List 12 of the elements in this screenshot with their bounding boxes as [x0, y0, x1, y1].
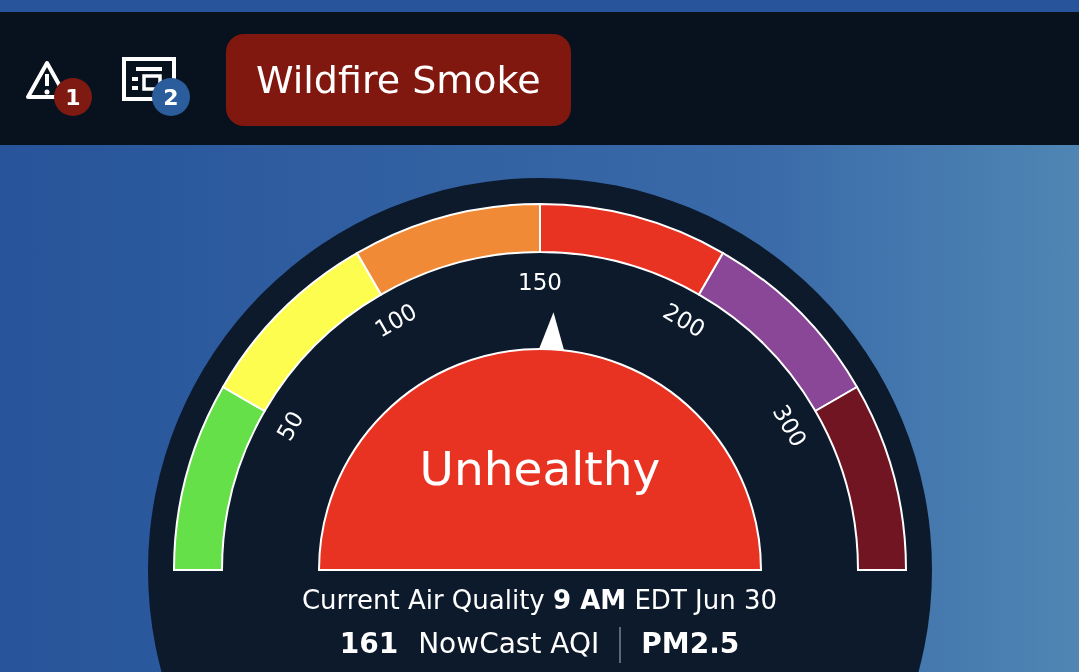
category-label: Unhealthy: [419, 441, 661, 496]
gauge-tick-label: 200: [658, 297, 710, 343]
gauge-tick-label: 100: [370, 297, 422, 343]
alert-count: 1: [54, 78, 92, 116]
aqi-value: 161: [339, 627, 399, 660]
wildfire-smoke-tag[interactable]: Wildfire Smoke: [226, 34, 571, 126]
aqi-unit: NowCast AQI: [418, 627, 600, 660]
gauge-tick-label: 50: [271, 406, 309, 445]
pollutant-name: PM2.5: [641, 627, 740, 660]
current-air-quality: Current Air Quality 9 AM EDT Jun 30: [300, 585, 778, 615]
news-count: 2: [152, 78, 190, 116]
gauge-tick-label: 150: [518, 268, 562, 295]
